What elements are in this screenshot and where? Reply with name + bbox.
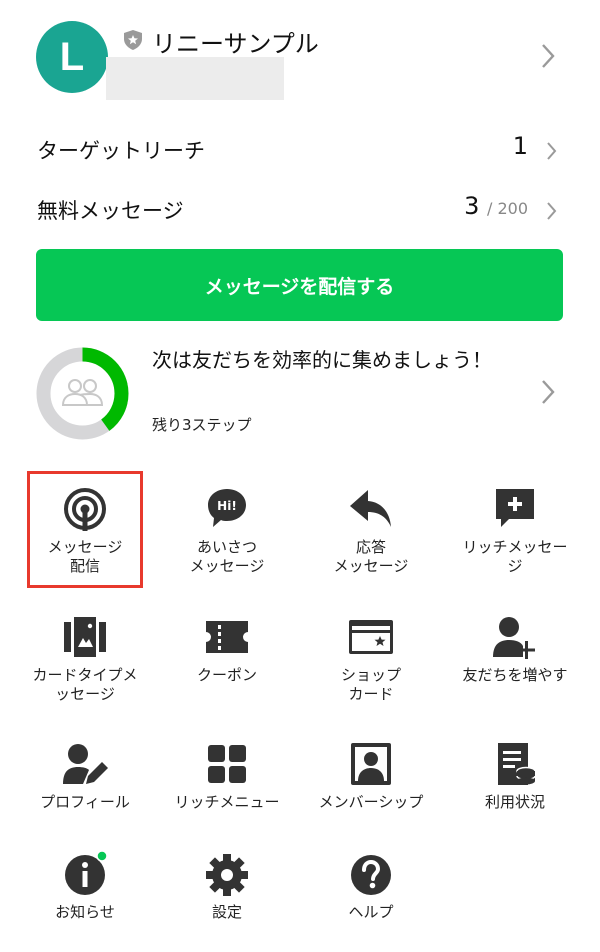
rich-message-icon [496,489,534,527]
menu-label: ヘルプ [348,903,394,921]
menu-greeting-message[interactable]: Hi! あいさつ メッセージ [152,486,302,576]
free-messages-value: 3 / 200 [464,192,528,220]
card-type-icon [64,617,106,657]
usage-icon [498,743,536,785]
menu-usage[interactable]: 利用状況 [440,741,590,812]
greeting-bubble-icon: Hi! [208,489,246,527]
account-avatar[interactable]: L [36,21,108,93]
menu-rich-message[interactable]: リッチメッセー ジ [440,486,590,576]
coupon-icon [206,621,248,653]
progress-title: 次は友だちを効率的に集めましょう！ [152,348,492,372]
membership-icon [351,743,391,785]
rich-menu-icon [208,745,246,783]
menu-label: リッチメニュー [174,793,280,811]
menu-label: カードタイプメ ッセージ [32,666,138,703]
menu-label: クーポン [196,666,257,684]
menu-label: メンバーシップ [318,793,424,811]
menu-label: 利用状況 [484,793,545,811]
menu-label: リッチメッセー ジ [462,538,568,575]
menu-help[interactable]: ヘルプ [296,851,446,922]
shop-card-icon [349,620,393,654]
menu-card-type-message[interactable]: カードタイプメ ッセージ [10,614,160,704]
menu-settings[interactable]: 設定 [152,851,302,922]
menu-profile[interactable]: プロフィール [10,741,160,812]
unread-badge [96,851,108,862]
menu-membership[interactable]: メンバーシップ [296,741,446,812]
progress-steps-remaining: 残り3ステップ [152,416,252,434]
notice-icon [65,851,108,895]
free-messages-row[interactable]: 無料メッセージ 3 / 200 [0,185,600,235]
account-id-redacted [106,57,284,100]
account-name: リニーサンプル [152,30,319,58]
add-friend-icon [493,617,535,659]
menu-rich-menu[interactable]: リッチメニュー [152,741,302,812]
target-reach-label: ターゲットリーチ [37,139,205,163]
free-messages-count: 3 [464,192,480,220]
menu-label: ショップ カード [340,666,401,703]
free-messages-limit: / 200 [486,199,528,218]
chevron-right-icon [547,142,557,160]
friends-icon [61,379,104,406]
menu-label: お知らせ [55,903,115,921]
send-message-button[interactable]: メッセージを配信する [36,249,563,321]
free-messages-label: 無料メッセージ [37,199,184,223]
menu-shop-card[interactable]: ショップ カード [296,614,446,704]
highlight-box [27,471,143,588]
greeting-icon-text: Hi! [217,499,237,513]
chevron-right-icon [547,202,557,220]
account-chevron-right-icon[interactable] [541,43,555,69]
menu-auto-reply[interactable]: 応答 メッセージ [296,486,446,576]
target-reach-value: 1 [513,132,528,160]
progress-chevron-right-icon[interactable] [541,379,555,405]
menu-add-friends[interactable]: 友だちを増やす [440,614,590,685]
profile-edit-icon [63,744,108,784]
menu-label: 応答 メッセージ [333,538,409,575]
settings-gear-icon [206,854,248,896]
menu-label: あいさつ メッセージ [189,538,265,575]
menu-coupon[interactable]: クーポン [152,614,302,685]
verified-shield-icon [124,30,142,50]
progress-ring[interactable] [36,347,129,440]
reply-arrow-icon [350,490,391,527]
target-reach-count: 1 [512,132,528,160]
menu-label: 友だちを増やす [462,666,568,684]
help-icon [351,855,391,895]
menu-label: 設定 [211,903,242,921]
menu-label: プロフィール [40,793,130,811]
target-reach-row[interactable]: ターゲットリーチ 1 [0,125,600,175]
menu-notices[interactable]: お知らせ [10,851,160,922]
